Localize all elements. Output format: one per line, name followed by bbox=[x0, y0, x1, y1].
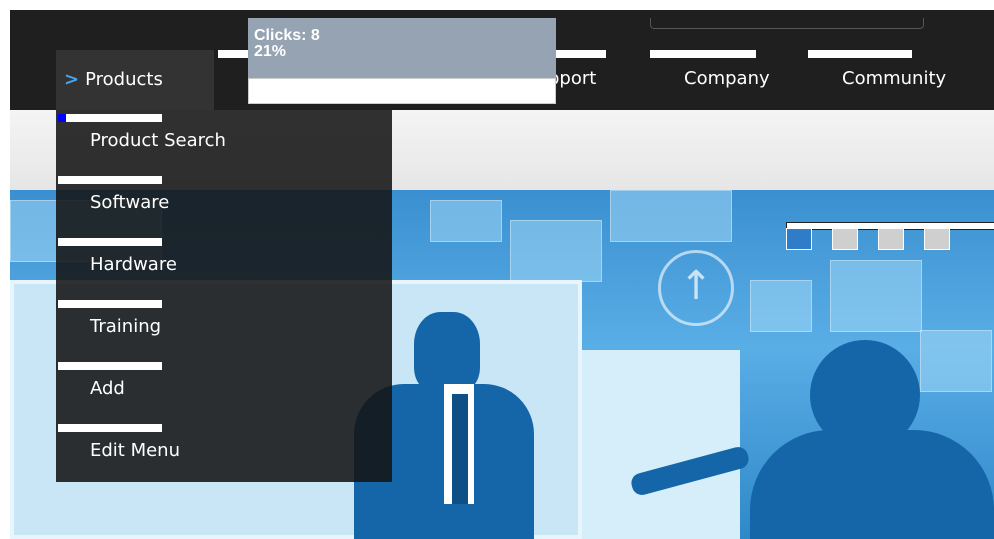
tie bbox=[452, 394, 468, 504]
nav-heat-bar-support bbox=[556, 50, 606, 58]
tooltip-percent: 21% bbox=[254, 43, 287, 60]
tooltip-clicks: Clicks: 8 bbox=[254, 27, 320, 44]
background-tile bbox=[830, 260, 922, 332]
tooltip-strip bbox=[248, 78, 556, 104]
menu-item-product-search[interactable]: Product Search bbox=[90, 130, 226, 151]
background-tile bbox=[920, 330, 992, 392]
menu-item-hardware[interactable]: Hardware bbox=[90, 254, 177, 275]
slider-dot-1[interactable] bbox=[786, 228, 812, 250]
person-head-silhouette bbox=[414, 312, 480, 392]
nav-item-community[interactable]: Community bbox=[842, 58, 946, 100]
chevron-right-icon: > bbox=[64, 69, 80, 90]
slider-dot-3[interactable] bbox=[878, 228, 904, 250]
products-dropdown-menu: Product Search Software Hardware Trainin… bbox=[56, 110, 392, 482]
heat-fill bbox=[58, 114, 66, 122]
slider-dot-4[interactable] bbox=[924, 228, 950, 250]
click-stats-tooltip: Clicks: 8 21% bbox=[248, 18, 556, 104]
menu-item-training[interactable]: Training bbox=[90, 316, 161, 337]
menu-heat-bar bbox=[58, 176, 162, 184]
search-box-outline[interactable] bbox=[650, 18, 924, 29]
background-tile bbox=[430, 200, 502, 242]
nav-heat-bar-community bbox=[808, 50, 912, 58]
menu-heat-bar bbox=[58, 114, 162, 122]
nav-heat-bar-company bbox=[650, 50, 756, 58]
nav-item-label: Company bbox=[684, 68, 770, 89]
nav-item-label: Products bbox=[85, 69, 163, 90]
menu-item-add[interactable]: Add bbox=[90, 378, 125, 399]
woman-body-silhouette bbox=[750, 430, 994, 539]
nav-item-label: Community bbox=[842, 68, 947, 89]
menu-heat-bar bbox=[58, 424, 162, 432]
slider-dot-2[interactable] bbox=[832, 228, 858, 250]
menu-heat-bar bbox=[58, 300, 162, 308]
menu-item-edit-menu[interactable]: Edit Menu bbox=[90, 440, 180, 461]
background-tile bbox=[610, 190, 732, 242]
up-arrow-circle-icon: ↑ bbox=[658, 250, 734, 326]
menu-heat-bar bbox=[58, 238, 162, 246]
nav-item-company[interactable]: Company bbox=[684, 58, 770, 100]
menu-heat-bar bbox=[58, 362, 162, 370]
slider-pagination bbox=[774, 222, 994, 252]
photo-frame bbox=[580, 350, 740, 539]
nav-item-products[interactable]: > Products bbox=[56, 50, 214, 110]
menu-item-software[interactable]: Software bbox=[90, 192, 169, 213]
background-tile bbox=[510, 220, 602, 282]
nav-heat-bar-solutions bbox=[218, 50, 248, 58]
background-tile bbox=[750, 280, 812, 332]
